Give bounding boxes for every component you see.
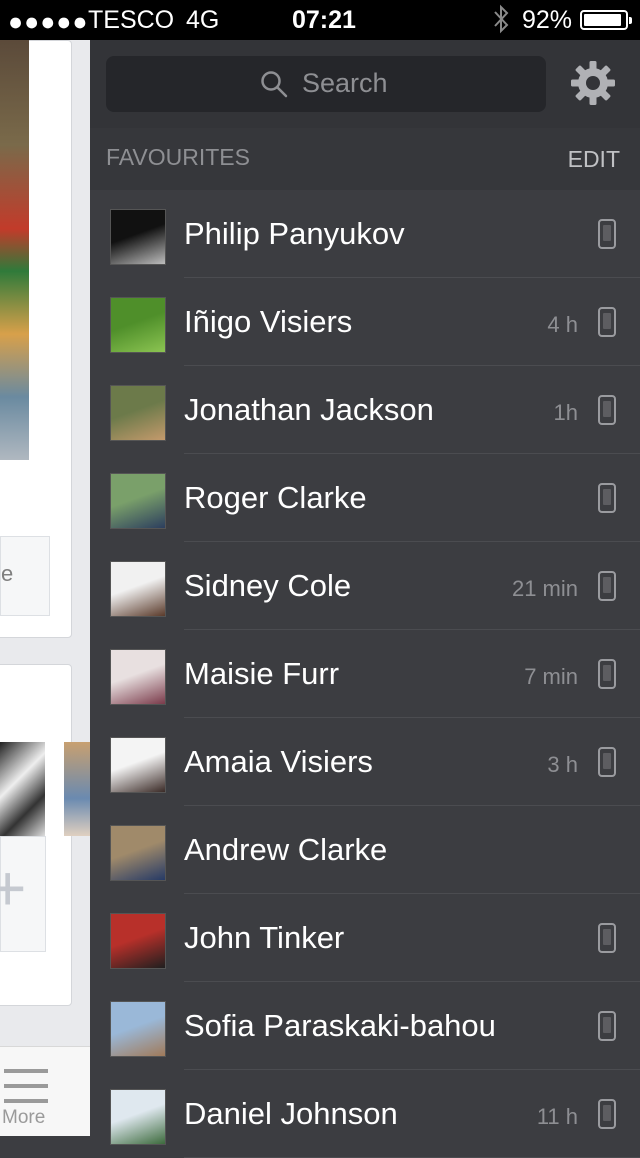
gear-icon[interactable] [570,60,616,106]
mobile-phone-icon [598,659,616,689]
background-friend-photo [64,742,90,836]
avatar [110,561,166,617]
mobile-phone-icon [598,747,616,777]
mobile-phone-icon [598,307,616,337]
avatar [110,825,166,881]
contact-name: John Tinker [184,920,345,955]
contact-name: Sofia Paraskaki-bahou [184,1008,496,1043]
search-icon [261,71,288,98]
chat-sidebar: Search FAVOURITES EDIT Philip Panyukov Iñ… [90,40,640,1158]
contact-name: Roger Clarke [184,480,367,515]
last-active-time: 3 h [547,752,578,777]
avatar [110,737,166,793]
network-type: 4G [186,6,220,34]
contact-row[interactable]: Jonathan Jackson 1h [90,366,640,454]
favourites-list: Philip Panyukov Iñigo Visiers 4 h Jonathan … [90,190,640,1158]
more-tab[interactable]: More [0,1046,90,1136]
contact-name: Iñigo Visiers [184,304,353,339]
edit-favourites-button[interactable]: EDIT [568,146,620,173]
mobile-phone-icon [598,395,616,425]
contact-name: Philip Panyukov [184,216,405,251]
contact-row[interactable]: Roger Clarke [90,454,640,542]
avatar [110,913,166,969]
avatar [110,473,166,529]
background-app: e + More [0,40,90,1136]
carrier-name: TESCO [88,6,175,34]
contact-row[interactable]: Amaia Visiers 3 h [90,718,640,806]
background-friend-photo [0,742,45,836]
signal-strength: ●●●●● [8,8,89,36]
mobile-phone-icon [598,1099,616,1129]
last-active-time: 21 min [511,576,578,601]
contact-row[interactable]: John Tinker [90,894,640,982]
search-input[interactable]: Search [106,56,546,112]
mobile-phone-icon [598,483,616,513]
contact-row[interactable]: Daniel Johnson 11 h [90,1070,640,1158]
contact-name: Daniel Johnson [184,1096,398,1131]
plus-icon: + [0,852,27,924]
contact-row[interactable]: Andrew Clarke [90,806,640,894]
mobile-phone-icon [598,219,616,249]
contact-row[interactable]: Iñigo Visiers 4 h [90,278,640,366]
mobile-phone-icon [598,571,616,601]
mobile-phone-icon [598,1011,616,1041]
contact-name: Amaia Visiers [184,744,373,779]
add-friend-button[interactable]: + [0,836,46,952]
battery-percentage: 92% [522,6,573,34]
contact-row[interactable]: Philip Panyukov [90,190,640,278]
contact-row[interactable]: Sidney Cole 21 min [90,542,640,630]
contact-name: Maisie Furr [184,656,340,691]
menu-icon [4,1069,48,1103]
search-placeholder: Search [302,68,388,98]
battery-fill [584,14,621,26]
bluetooth-icon [494,4,509,34]
status-bar: ●●●●● TESCO 4G 07:21 92% [0,0,640,40]
more-tab-label: More [2,1107,46,1128]
contact-row[interactable]: Sofia Paraskaki-bahou [90,982,640,1070]
contact-name: Sidney Cole [184,568,352,603]
last-active-time: 11 h [536,1104,578,1129]
background-post-button[interactable]: e [0,536,50,616]
favourites-header: FAVOURITES EDIT [90,128,640,190]
contact-name: Andrew Clarke [184,832,388,867]
clock: 07:21 [292,6,356,34]
battery-nub [629,17,632,24]
last-active-time: 1h [553,400,578,425]
avatar [110,297,166,353]
mobile-phone-icon [598,923,616,953]
contact-row[interactable]: Maisie Furr 7 min [90,630,640,718]
avatar [110,1089,166,1145]
avatar [110,649,166,705]
last-active-time: 7 min [524,664,578,689]
battery-icon [580,10,632,30]
background-post-photo [0,40,29,460]
last-active-time: 4 h [547,312,578,337]
favourites-title: FAVOURITES [106,144,250,170]
avatar [110,1001,166,1057]
sidebar-header: Search [90,40,640,128]
avatar [110,209,166,265]
avatar [110,385,166,441]
contact-name: Jonathan Jackson [184,392,434,427]
